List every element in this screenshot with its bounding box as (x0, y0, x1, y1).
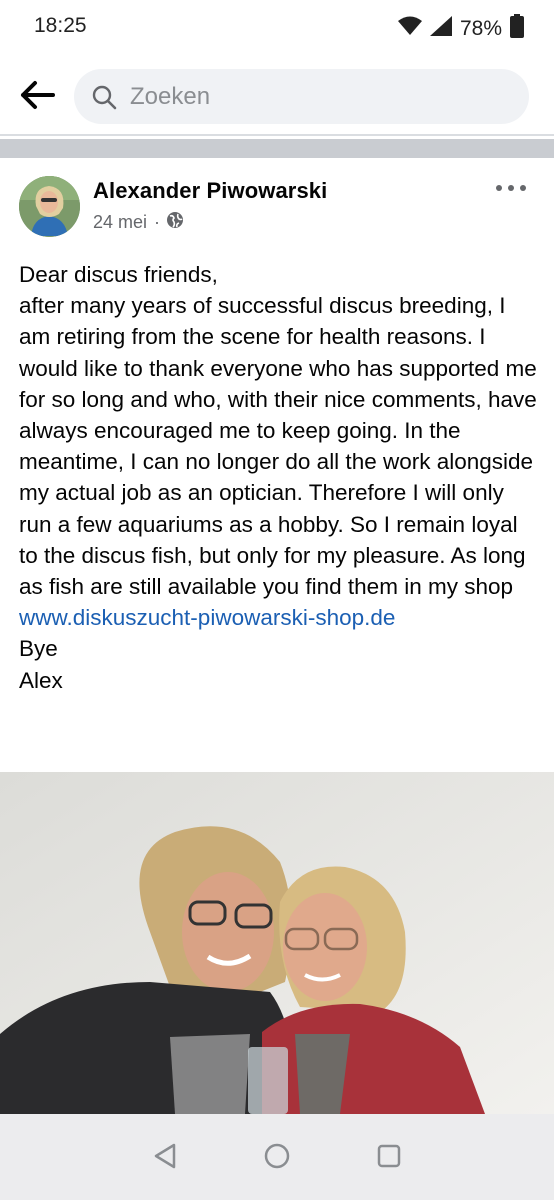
search-input[interactable] (128, 81, 512, 112)
post-photo[interactable] (0, 772, 554, 1114)
home-circle-icon (263, 1142, 291, 1175)
battery-icon (510, 14, 524, 43)
post-date[interactable]: 24 mei (93, 212, 147, 233)
post-meta: 24 mei · (93, 211, 184, 234)
search-bar[interactable] (74, 69, 529, 124)
system-nav-bar (0, 1114, 554, 1200)
post-greeting: Dear discus friends, (19, 262, 218, 287)
header-divider (0, 134, 554, 136)
globe-icon (166, 211, 184, 234)
search-icon (90, 83, 118, 111)
feed-separator (0, 139, 554, 158)
nav-recents-button[interactable] (372, 1141, 406, 1175)
arrow-left-icon (19, 80, 55, 115)
post-signature: Alex (19, 667, 63, 693)
battery-percent: 78% (459, 16, 502, 40)
meta-separator: · (154, 212, 161, 232)
back-button[interactable] (16, 76, 58, 118)
signal-icon (429, 16, 452, 41)
nav-back-button[interactable] (148, 1141, 182, 1175)
status-time: 18:25 (34, 14, 87, 37)
wifi-icon (397, 16, 422, 41)
post-body: after many years of successful discus br… (19, 293, 537, 600)
shop-link[interactable]: www.diskuszucht-piwowarski-shop.de (19, 605, 395, 630)
app-header (0, 60, 554, 136)
recents-square-icon (375, 1142, 403, 1175)
nav-home-button[interactable] (260, 1141, 294, 1175)
status-icons: 78% (397, 14, 524, 43)
more-options-button[interactable] (496, 180, 526, 196)
post-text: Dear discus friends, after many years of… (19, 259, 539, 696)
author-name[interactable]: Alexander Piwowarski (93, 178, 327, 204)
author-avatar[interactable] (19, 176, 80, 237)
more-horizontal-icon (496, 185, 502, 191)
post-closing-bye: Bye (19, 636, 58, 662)
status-bar: 18:25 78% (0, 0, 554, 56)
back-triangle-icon (152, 1142, 178, 1175)
